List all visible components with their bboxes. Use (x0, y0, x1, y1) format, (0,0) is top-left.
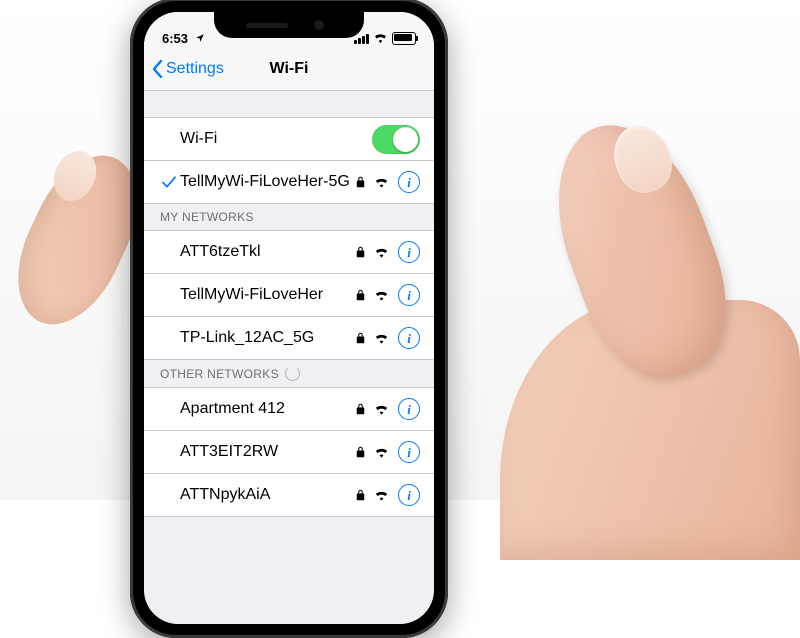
connected-network-name: TellMyWi-FiLoveHer-5G (180, 173, 356, 191)
nav-bar: Settings Wi-Fi (144, 48, 434, 91)
info-button[interactable]: i (398, 327, 420, 349)
wifi-signal-icon (374, 489, 389, 501)
network-name: ATT3EIT2RW (180, 443, 356, 461)
iphone-frame: 6:53 Settings Wi-Fi (130, 0, 448, 638)
section-header-other-networks: OTHER NETWORKS (144, 360, 434, 387)
status-time: 6:53 (162, 31, 188, 46)
network-name: ATTNpykAiA (180, 486, 356, 504)
lock-icon (356, 489, 365, 501)
section-header-my-networks: MY NETWORKS (144, 204, 434, 230)
network-row[interactable]: ATT3EIT2RW i (144, 431, 434, 474)
spinner-icon (285, 366, 300, 381)
wifi-status-icon (373, 31, 388, 46)
cellular-signal-icon (354, 34, 369, 44)
location-icon (195, 31, 205, 46)
network-name: Apartment 412 (180, 400, 356, 418)
connected-network-row[interactable]: TellMyWi-FiLoveHer-5G i (144, 161, 434, 204)
info-button[interactable]: i (398, 241, 420, 263)
network-name: TellMyWi-FiLoveHer (180, 286, 356, 304)
wifi-signal-icon (374, 176, 389, 188)
wifi-signal-icon (374, 289, 389, 301)
wifi-signal-icon (374, 332, 389, 344)
info-button[interactable]: i (398, 398, 420, 420)
network-row[interactable]: TP-Link_12AC_5G i (144, 317, 434, 360)
network-name: ATT6tzeTkl (180, 243, 356, 261)
checkmark-icon (158, 175, 180, 189)
network-row[interactable]: TellMyWi-FiLoveHer i (144, 274, 434, 317)
battery-icon (392, 32, 416, 45)
network-row[interactable]: ATTNpykAiA i (144, 474, 434, 517)
lock-icon (356, 289, 365, 301)
info-button[interactable]: i (398, 441, 420, 463)
lock-icon (356, 176, 365, 188)
network-name: TP-Link_12AC_5G (180, 329, 356, 347)
notch (214, 12, 364, 38)
screen: 6:53 Settings Wi-Fi (144, 12, 434, 624)
info-button[interactable]: i (398, 484, 420, 506)
wifi-signal-icon (374, 403, 389, 415)
info-button[interactable]: i (398, 284, 420, 306)
wifi-switch[interactable] (372, 125, 420, 154)
lock-icon (356, 332, 365, 344)
back-button[interactable]: Settings (144, 59, 224, 79)
wifi-toggle-row: Wi-Fi (144, 117, 434, 161)
lock-icon (356, 446, 365, 458)
back-label: Settings (166, 60, 224, 78)
wifi-signal-icon (374, 246, 389, 258)
network-row[interactable]: ATT6tzeTkl i (144, 230, 434, 274)
lock-icon (356, 403, 365, 415)
wifi-signal-icon (374, 446, 389, 458)
network-row[interactable]: Apartment 412 i (144, 387, 434, 431)
wifi-toggle-label: Wi-Fi (180, 130, 372, 148)
info-button[interactable]: i (398, 171, 420, 193)
chevron-left-icon (150, 59, 164, 79)
lock-icon (356, 246, 365, 258)
